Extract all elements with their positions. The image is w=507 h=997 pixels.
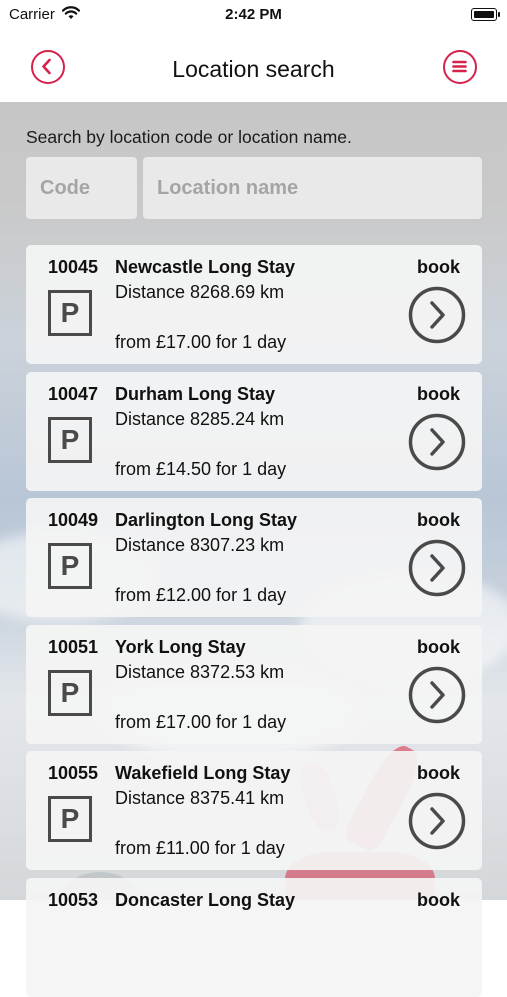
location-row[interactable]: 10047 Durham Long Stay Distance 8285.24 … [26, 372, 482, 491]
location-price: from £11.00 for 1 day [115, 838, 285, 858]
location-code: 10049 [48, 510, 99, 530]
location-code: 10053 [48, 890, 99, 910]
menu-button[interactable] [443, 50, 477, 84]
location-name: Newcastle Long Stay [115, 257, 296, 277]
location-name: Wakefield Long Stay [115, 763, 291, 783]
status-bar: Carrier 2:42 PM [0, 0, 507, 30]
book-label[interactable]: book [417, 763, 460, 784]
location-code: 10045 [48, 257, 99, 277]
location-row[interactable]: 10045 Newcastle Long Stay Distance 8268.… [26, 245, 482, 364]
location-row[interactable]: 10053 Doncaster Long Stay book [26, 878, 482, 997]
parking-icon: P [48, 417, 92, 463]
search-instructions: Search by location code or location name… [26, 127, 352, 147]
location-distance: Distance 8268.69 km [115, 282, 285, 302]
book-label[interactable]: book [417, 257, 460, 278]
location-price: from £17.00 for 1 day [115, 712, 287, 732]
parking-icon: P [48, 670, 92, 716]
location-name: York Long Stay [115, 637, 246, 657]
location-row[interactable]: 10051 York Long Stay Distance 8372.53 km… [26, 625, 482, 744]
location-price: from £17.00 for 1 day [115, 332, 287, 352]
parking-icon: P [48, 543, 92, 589]
location-distance: Distance 8285.24 km [115, 409, 285, 429]
location-name: Darlington Long Stay [115, 510, 297, 530]
chevron-right-circle-icon[interactable] [408, 666, 466, 724]
location-name: Doncaster Long Stay [115, 890, 296, 910]
book-label[interactable]: book [417, 637, 460, 658]
chevron-right-circle-icon[interactable] [408, 286, 466, 344]
location-code: 10055 [48, 763, 99, 783]
hamburger-icon [452, 60, 467, 73]
location-row[interactable]: 10055 Wakefield Long Stay Distance 8375.… [26, 751, 482, 870]
location-distance: Distance 8372.53 km [115, 662, 285, 682]
parking-icon: P [48, 290, 92, 336]
book-label[interactable]: book [417, 384, 460, 405]
location-name: Durham Long Stay [115, 384, 276, 404]
chevron-right-circle-icon[interactable] [408, 413, 466, 471]
location-distance: Distance 8307.23 km [115, 535, 285, 555]
location-name-input[interactable] [143, 157, 482, 219]
navigation-bar: Location search [0, 30, 507, 102]
clock: 2:42 PM [225, 6, 282, 23]
chevron-right-circle-icon[interactable] [408, 792, 466, 850]
book-label[interactable]: book [417, 510, 460, 531]
location-price: from £12.00 for 1 day [115, 585, 287, 605]
code-input[interactable] [26, 157, 137, 219]
book-label[interactable]: book [417, 890, 460, 911]
chevron-right-circle-icon[interactable] [408, 539, 466, 597]
location-row[interactable]: 10049 Darlington Long Stay Distance 8307… [26, 498, 482, 617]
battery-icon [471, 8, 500, 21]
page-title: Location search [172, 56, 335, 82]
location-code: 10047 [48, 384, 99, 404]
location-distance: Distance 8375.41 km [115, 788, 285, 808]
parking-icon: P [48, 796, 92, 842]
location-code: 10051 [48, 637, 99, 657]
location-price: from £14.50 for 1 day [115, 459, 287, 479]
